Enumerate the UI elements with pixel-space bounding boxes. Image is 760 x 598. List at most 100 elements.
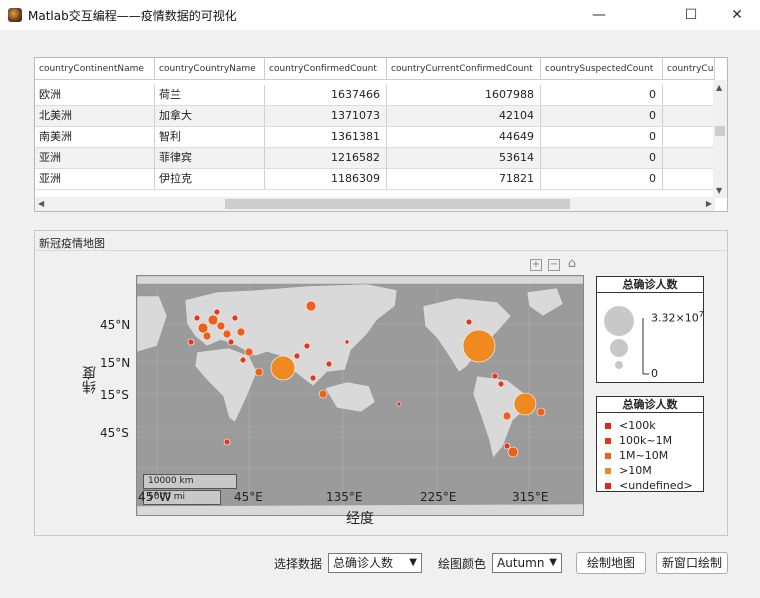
table-cell[interactable]: 北美洲 <box>35 106 155 126</box>
minimize-button[interactable]: — <box>576 0 622 30</box>
table-cell[interactable]: 42104 <box>387 106 541 126</box>
bubble[interactable] <box>202 331 212 341</box>
zoom-in-icon[interactable]: + <box>530 259 542 271</box>
color-legend-item: <100k <box>605 419 656 432</box>
new-window-draw-button[interactable]: 新窗口绘制 <box>656 552 728 574</box>
column-header[interactable]: countryCurrentConfirmedCount <box>387 58 541 80</box>
table-cell[interactable]: 44649 <box>387 127 541 147</box>
horizontal-scrollbar[interactable]: ◀ ▶ <box>35 197 715 211</box>
scroll-down-icon[interactable]: ▼ <box>716 186 722 195</box>
vertical-scrollbar[interactable]: ▲ ▼ <box>713 80 727 198</box>
table-cell[interactable]: 0 <box>541 106 663 126</box>
bubble[interactable] <box>197 322 209 334</box>
bubble[interactable] <box>497 380 505 388</box>
table-cell[interactable]: 菲律宾 <box>155 148 265 168</box>
bubble[interactable] <box>502 411 512 421</box>
bubble[interactable] <box>325 360 333 368</box>
x-tick: 45°E <box>234 490 263 504</box>
table-cell[interactable]: 0 <box>541 127 663 147</box>
bubble[interactable] <box>462 329 496 363</box>
draw-map-button[interactable]: 绘制地图 <box>576 552 646 574</box>
column-header[interactable]: countryCountryName <box>155 58 265 80</box>
color-legend-item: 100k~1M <box>605 434 672 447</box>
data-select[interactable]: 总确诊人数 ▼ <box>328 553 422 573</box>
bubble[interactable] <box>222 329 232 339</box>
table-cell[interactable]: 53614 <box>387 148 541 168</box>
color-map-label: 绘图颜色 <box>438 557 487 571</box>
table-cell[interactable]: 荷兰 <box>155 85 265 105</box>
table-cell[interactable]: 南美洲 <box>35 127 155 147</box>
table-cell[interactable]: 智利 <box>155 127 265 147</box>
table-cell[interactable]: 伊拉克 <box>155 169 265 189</box>
select-data-label: 选择数据 <box>274 557 323 571</box>
bubble[interactable] <box>231 314 239 322</box>
table-row[interactable]: 亚洲 菲律宾 1216582 53614 0 <box>35 148 715 169</box>
column-header[interactable]: countryConfirmedCount <box>265 58 387 80</box>
table-row[interactable]: 欧洲 荷兰 1637466 1607988 0 <box>35 85 715 106</box>
table-cell[interactable]: 1216582 <box>265 148 387 168</box>
bubble[interactable] <box>305 300 317 312</box>
table-cell[interactable] <box>663 85 715 105</box>
data-table[interactable]: countryContinentName countryCountryName … <box>34 57 728 212</box>
bubble[interactable] <box>309 374 317 382</box>
table-cell[interactable]: 亚洲 <box>35 169 155 189</box>
table-cell[interactable]: 1186309 <box>265 169 387 189</box>
column-header[interactable]: countrySuspectedCount <box>541 58 663 80</box>
table-cell[interactable]: 0 <box>541 85 663 105</box>
table-cell[interactable] <box>663 148 715 168</box>
scroll-up-icon[interactable]: ▲ <box>716 83 722 92</box>
table-row[interactable]: 亚洲 伊拉克 1186309 71821 0 <box>35 169 715 190</box>
table-cell[interactable] <box>663 169 715 189</box>
bubble[interactable] <box>244 347 254 357</box>
bubble[interactable] <box>213 308 221 316</box>
bubble[interactable] <box>207 314 219 326</box>
table-cell[interactable] <box>663 106 715 126</box>
scroll-left-icon[interactable]: ◀ <box>38 199 44 208</box>
bubble[interactable] <box>344 339 350 345</box>
scroll-right-icon[interactable]: ▶ <box>706 199 712 208</box>
bubble[interactable] <box>270 355 296 381</box>
table-cell[interactable]: 欧洲 <box>35 85 155 105</box>
bubble[interactable] <box>193 314 201 322</box>
bubble[interactable] <box>491 372 499 380</box>
bubble[interactable] <box>536 407 546 417</box>
bubble[interactable] <box>513 392 537 416</box>
table-cell[interactable]: 1361381 <box>265 127 387 147</box>
maximize-button[interactable]: ☐ <box>668 0 714 30</box>
table-cell[interactable]: 1371073 <box>265 106 387 126</box>
bubble[interactable] <box>507 446 519 458</box>
table-cell[interactable]: 1607988 <box>387 85 541 105</box>
bubble[interactable] <box>396 401 402 407</box>
table-cell[interactable]: 0 <box>541 148 663 168</box>
colormap-select[interactable]: Autumn ▼ <box>492 553 562 573</box>
bubble[interactable] <box>318 389 328 399</box>
horizontal-scroll-thumb[interactable] <box>225 199 570 209</box>
table-cell[interactable]: 71821 <box>387 169 541 189</box>
table-cell[interactable]: 1637466 <box>265 85 387 105</box>
table-row[interactable]: 南美洲 智利 1361381 44649 0 <box>35 127 715 148</box>
column-header[interactable]: countryCu <box>663 58 715 80</box>
bubble[interactable] <box>187 338 195 346</box>
bubble[interactable] <box>216 321 226 331</box>
bubble[interactable] <box>239 356 247 364</box>
table-cell[interactable] <box>663 127 715 147</box>
size-legend-circle-large <box>604 306 634 336</box>
bubble[interactable] <box>254 367 264 377</box>
bubble[interactable] <box>293 352 301 360</box>
zoom-out-icon[interactable]: − <box>548 259 560 271</box>
table-cell[interactable]: 0 <box>541 169 663 189</box>
bubble[interactable] <box>236 327 246 337</box>
bubble-map[interactable]: 10000 km 5000 mi <box>136 275 584 516</box>
close-button[interactable]: ✕ <box>714 0 760 30</box>
bubble[interactable] <box>223 438 231 446</box>
bubble[interactable] <box>227 338 235 346</box>
home-icon[interactable]: ⌂ <box>566 257 578 271</box>
bubble[interactable] <box>303 342 311 350</box>
table-cell[interactable]: 亚洲 <box>35 148 155 168</box>
bubble[interactable] <box>503 442 511 450</box>
table-cell[interactable]: 加拿大 <box>155 106 265 126</box>
table-row[interactable]: 北美洲 加拿大 1371073 42104 0 <box>35 106 715 127</box>
bubble[interactable] <box>465 318 473 326</box>
column-header[interactable]: countryContinentName <box>35 58 155 80</box>
vertical-scroll-thumb[interactable] <box>715 126 725 136</box>
